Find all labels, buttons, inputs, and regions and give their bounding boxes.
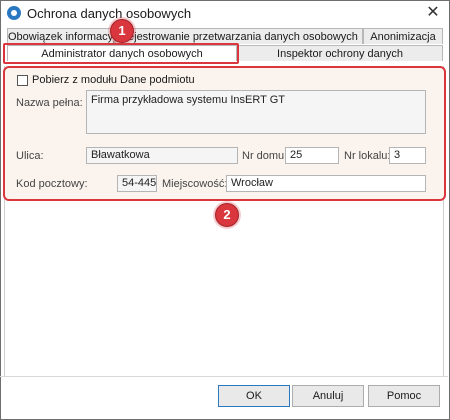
pobierz-checkbox[interactable] (17, 75, 28, 86)
pobierz-label: Pobierz z modułu Dane podmiotu (32, 74, 195, 86)
nr-domu-label: Nr domu: (242, 150, 288, 162)
nr-domu-field[interactable]: 25 (285, 147, 339, 164)
app-icon (7, 6, 21, 20)
ok-button[interactable]: OK (218, 385, 290, 407)
annotation-badge-2: 2 (215, 203, 239, 227)
tab-anonimizacja[interactable]: Anonimizacja (363, 28, 443, 44)
nr-lokalu-field[interactable]: 3 (389, 147, 426, 164)
help-button[interactable]: Pomoc (368, 385, 440, 407)
nazwa-field[interactable]: Firma przykładowa systemu InsERT GT (86, 90, 426, 134)
title-bar: Ochrona danych osobowych ✕ (1, 1, 449, 25)
kod-pocztowy-label: Kod pocztowy: (16, 178, 88, 190)
kod-pocztowy-field[interactable]: 54-445 (117, 175, 157, 192)
nr-lokalu-label: Nr lokalu: (344, 150, 391, 162)
annotation-badge-1: 1 (110, 19, 134, 43)
tab-inspektor-ochrony-danych[interactable]: Inspektor ochrony danych (237, 45, 443, 61)
close-icon[interactable]: ✕ (423, 3, 443, 23)
ulica-label: Ulica: (16, 150, 44, 162)
cancel-button[interactable]: Anuluj (292, 385, 364, 407)
footer-divider (0, 376, 448, 377)
tab-rejestrowanie[interactable]: Rejestrowanie przetwarzania danych osobo… (115, 28, 363, 44)
miejscowosc-field[interactable]: Wrocław (226, 175, 426, 192)
highlight-active-tab (3, 43, 239, 64)
window-title: Ochrona danych osobowych (27, 6, 192, 21)
ulica-field[interactable]: Bławatkowa (86, 147, 238, 164)
nazwa-label: Nazwa pełna: (16, 97, 83, 109)
tab-obowiazek-informacyjny[interactable]: Obowiązek informacyjny (7, 28, 115, 44)
miejscowosc-label: Miejscowość: (162, 178, 228, 190)
